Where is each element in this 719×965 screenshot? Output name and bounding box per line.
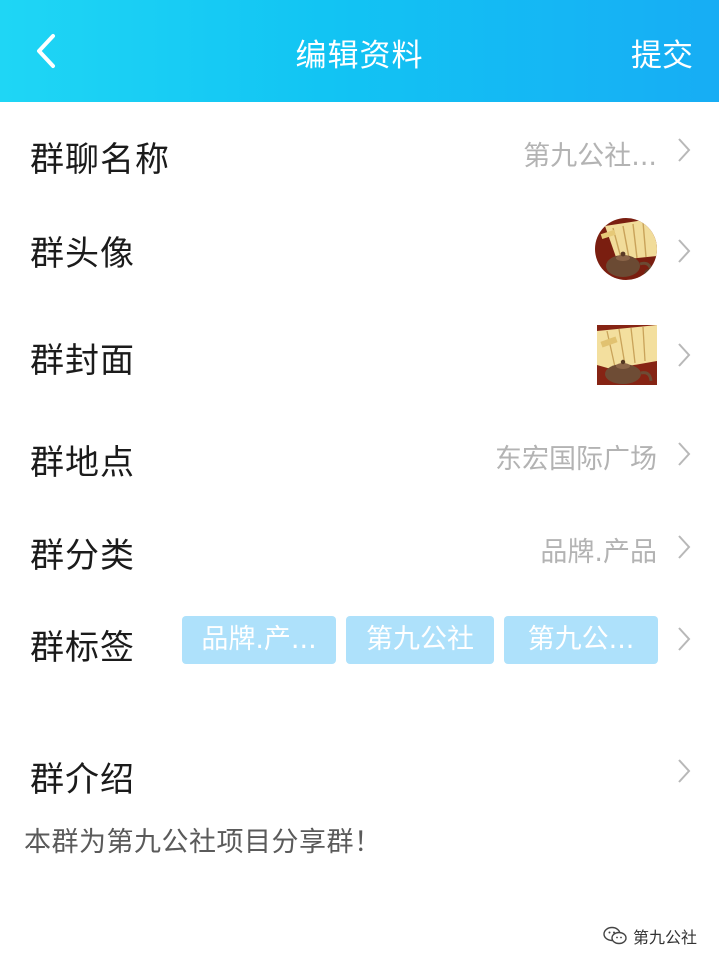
group-intro-text: 本群为第九公社项目分享群！ [24,827,382,858]
tag-list: 品牌.产... 第九公社 第九公... [182,616,658,664]
chevron-right-icon [677,626,691,652]
group-cover-label: 群封面 [30,341,135,381]
group-category-label: 群分类 [30,536,135,576]
row-group-name[interactable]: 群聊名称 第九公社... [0,102,719,202]
group-category-value: 品牌.产品 [540,537,657,568]
row-group-intro[interactable]: 群介绍 [0,740,719,810]
chevron-right-icon [677,758,691,784]
group-avatar-label: 群头像 [30,234,135,274]
group-cover-image[interactable] [597,325,657,385]
chevron-right-icon [677,441,691,467]
submit-button[interactable]: 提交 [631,30,693,75]
row-group-location[interactable]: 群地点 东宏国际广场 [0,407,719,502]
tag-chip[interactable]: 品牌.产... [182,616,336,664]
group-tags-label: 群标签 [30,628,135,668]
group-name-label: 群聊名称 [30,140,170,180]
chevron-right-icon [677,238,691,264]
chevron-right-icon [677,534,691,560]
chevron-right-icon [677,137,691,163]
watermark-text: 第九公社 [632,928,697,947]
tag-chip[interactable]: 第九公社 [346,616,494,664]
row-group-category[interactable]: 群分类 品牌.产品 [0,502,719,594]
watermark: 第九公社 [603,924,697,948]
group-avatar-image[interactable] [595,218,657,280]
tag-chip[interactable]: 第九公... [504,616,658,664]
app-header: 编辑资料 提交 [0,0,719,102]
chevron-right-icon [677,342,691,368]
group-location-label: 群地点 [30,443,135,483]
wechat-icon [603,926,627,945]
page-title: 编辑资料 [295,38,424,74]
group-name-value: 第九公社... [523,141,657,172]
group-location-value: 东宏国际广场 [495,444,657,475]
group-intro-label: 群介绍 [30,760,135,800]
